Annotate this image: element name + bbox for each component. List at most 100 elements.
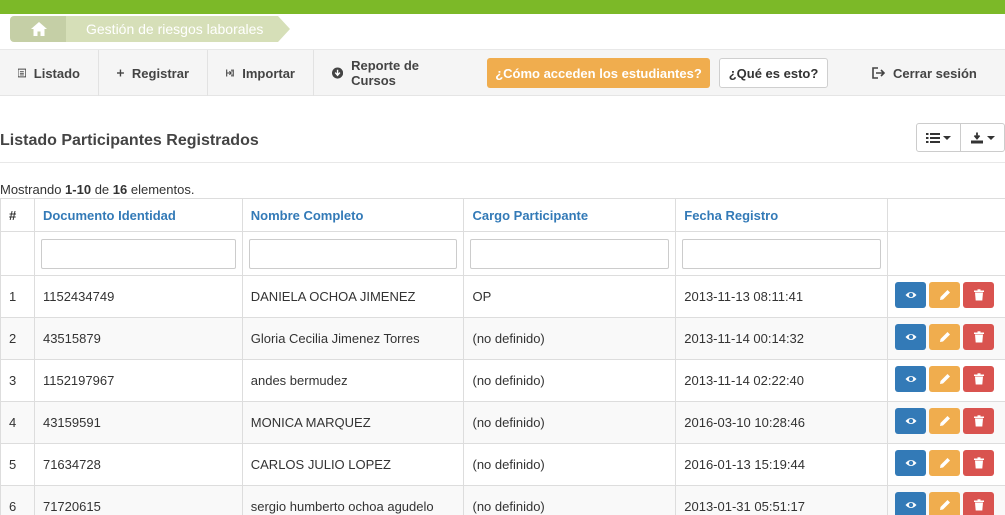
actions-cell — [887, 275, 1005, 318]
page-title: Listado Participantes Registrados — [0, 132, 259, 149]
edit-button[interactable] — [929, 492, 960, 515]
summary-prefix: Mostrando — [0, 182, 66, 197]
filter-cell — [463, 231, 677, 276]
pencil-icon — [939, 374, 950, 384]
view-button[interactable] — [895, 324, 926, 350]
sort-link-document[interactable]: Documento Identidad — [43, 208, 176, 223]
import-icon — [226, 69, 234, 77]
export-icon — [971, 132, 983, 143]
results-summary: Mostrando 1-10 de 16 elementos. — [0, 182, 194, 197]
table-row: 2 43515879 Gloria Cecilia Jimenez Torres (n… — [0, 317, 1005, 360]
column-header-number: # — [0, 198, 35, 232]
edit-button[interactable] — [929, 366, 960, 392]
filter-name-input[interactable] — [248, 238, 458, 269]
list-button[interactable]: Listado — [0, 50, 99, 96]
edit-button[interactable] — [929, 450, 960, 476]
filter-row — [0, 231, 1005, 276]
top-accent-bar — [0, 0, 1005, 14]
name-cell: andes bermudez — [241, 359, 465, 402]
breadcrumb-current[interactable]: Gestión de riesgos laborales — [66, 16, 278, 42]
delete-button[interactable] — [963, 366, 994, 392]
document-cell: 43515879 — [33, 317, 243, 360]
sort-link-fecha[interactable]: Fecha Registro — [684, 208, 778, 223]
eye-icon — [905, 502, 916, 508]
sort-link-name[interactable]: Nombre Completo — [251, 208, 364, 223]
pencil-icon — [939, 332, 950, 342]
filter-cell — [675, 231, 888, 276]
edit-button[interactable] — [929, 282, 960, 308]
view-button[interactable] — [895, 408, 926, 434]
logout-button[interactable]: Cerrar sesión — [872, 50, 977, 96]
cargo-cell: (no definido) — [463, 317, 677, 360]
document-cell: 1152197967 — [33, 359, 243, 402]
row-number: 6 — [0, 485, 35, 515]
course-report-label: Reporte de Cursos — [351, 58, 420, 88]
filter-cell — [887, 231, 1005, 276]
table-row: 5 71634728 CARLOS JULIO LOPEZ (no definido)… — [0, 443, 1005, 486]
actions-cell — [887, 317, 1005, 360]
column-header-cargo: Cargo Participante — [463, 198, 677, 232]
view-button[interactable] — [895, 492, 926, 515]
list-label: Listado — [33, 65, 80, 81]
delete-button[interactable] — [963, 282, 994, 308]
breadcrumb: Gestión de riesgos laborales — [0, 14, 1005, 44]
sort-link-cargo[interactable]: Cargo Participante — [472, 208, 588, 223]
view-button[interactable] — [895, 450, 926, 476]
view-button[interactable] — [895, 366, 926, 392]
fecha-cell: 2013-11-14 00:14:32 — [675, 317, 888, 360]
trash-icon — [973, 457, 984, 469]
cargo-cell: (no definido) — [463, 401, 677, 444]
trash-icon — [973, 289, 984, 301]
what-is-this-button[interactable]: ¿Qué es esto? — [719, 58, 828, 88]
table-row: 1 1152434749 DANIELA OCHOA JIMENEZ OP 2013-1… — [0, 275, 1005, 318]
row-number: 1 — [0, 275, 35, 318]
edit-button[interactable] — [929, 408, 960, 434]
column-header-fecha: Fecha Registro — [675, 198, 888, 232]
actions-cell — [887, 359, 1005, 402]
download-circle-icon — [332, 67, 344, 79]
row-actions — [895, 486, 1005, 515]
cargo-cell: OP — [463, 275, 677, 318]
edit-button[interactable] — [929, 324, 960, 350]
view-button[interactable] — [895, 282, 926, 308]
row-actions — [895, 318, 1005, 350]
delete-button[interactable] — [963, 408, 994, 434]
trash-icon — [973, 373, 984, 385]
eye-icon — [905, 292, 916, 298]
export-button[interactable] — [960, 124, 1004, 151]
summary-suffix: elementos. — [127, 182, 195, 197]
summary-mid: de — [91, 182, 113, 197]
column-header-actions — [887, 198, 1005, 232]
row-number: 3 — [0, 359, 35, 402]
name-cell: Gloria Cecilia Jimenez Torres — [241, 317, 465, 360]
import-button[interactable]: Importar — [208, 50, 314, 96]
fecha-cell: 2013-01-31 05:51:17 — [675, 485, 888, 515]
delete-button[interactable] — [963, 450, 994, 476]
fecha-cell: 2016-03-10 10:28:46 — [675, 401, 888, 444]
toolbar: Listado Registrar Importar Reporte de Cu… — [0, 49, 1005, 96]
register-button[interactable]: Registrar — [99, 50, 208, 96]
delete-button[interactable] — [963, 324, 994, 350]
table-row: 4 43159591 MONICA MARQUEZ (no definido) 2016… — [0, 401, 1005, 444]
table-row: 3 1152197967 andes bermudez (no definido) 20… — [0, 359, 1005, 402]
cargo-cell: (no definido) — [463, 443, 677, 486]
filter-document-input[interactable] — [40, 238, 236, 269]
cargo-cell: (no definido) — [463, 359, 677, 402]
how-students-access-button[interactable]: ¿Cómo acceden los estudiantes? — [487, 58, 710, 88]
trash-icon — [973, 331, 984, 343]
pencil-icon — [939, 458, 950, 468]
document-cell: 71634728 — [33, 443, 243, 486]
row-actions — [895, 360, 1005, 392]
pencil-icon — [939, 416, 950, 426]
filter-fecha-input[interactable] — [682, 238, 881, 269]
actions-cell — [887, 443, 1005, 486]
course-report-button[interactable]: Reporte de Cursos — [314, 50, 477, 96]
breadcrumb-separator — [278, 16, 290, 42]
document-cell: 43159591 — [33, 401, 243, 444]
delete-button[interactable] — [963, 492, 994, 515]
filter-cell — [241, 231, 465, 276]
fecha-cell: 2013-11-14 02:22:40 — [675, 359, 888, 402]
filter-cargo-input[interactable] — [470, 238, 670, 269]
columns-toggle-button[interactable] — [917, 124, 960, 151]
row-number: 2 — [0, 317, 35, 360]
